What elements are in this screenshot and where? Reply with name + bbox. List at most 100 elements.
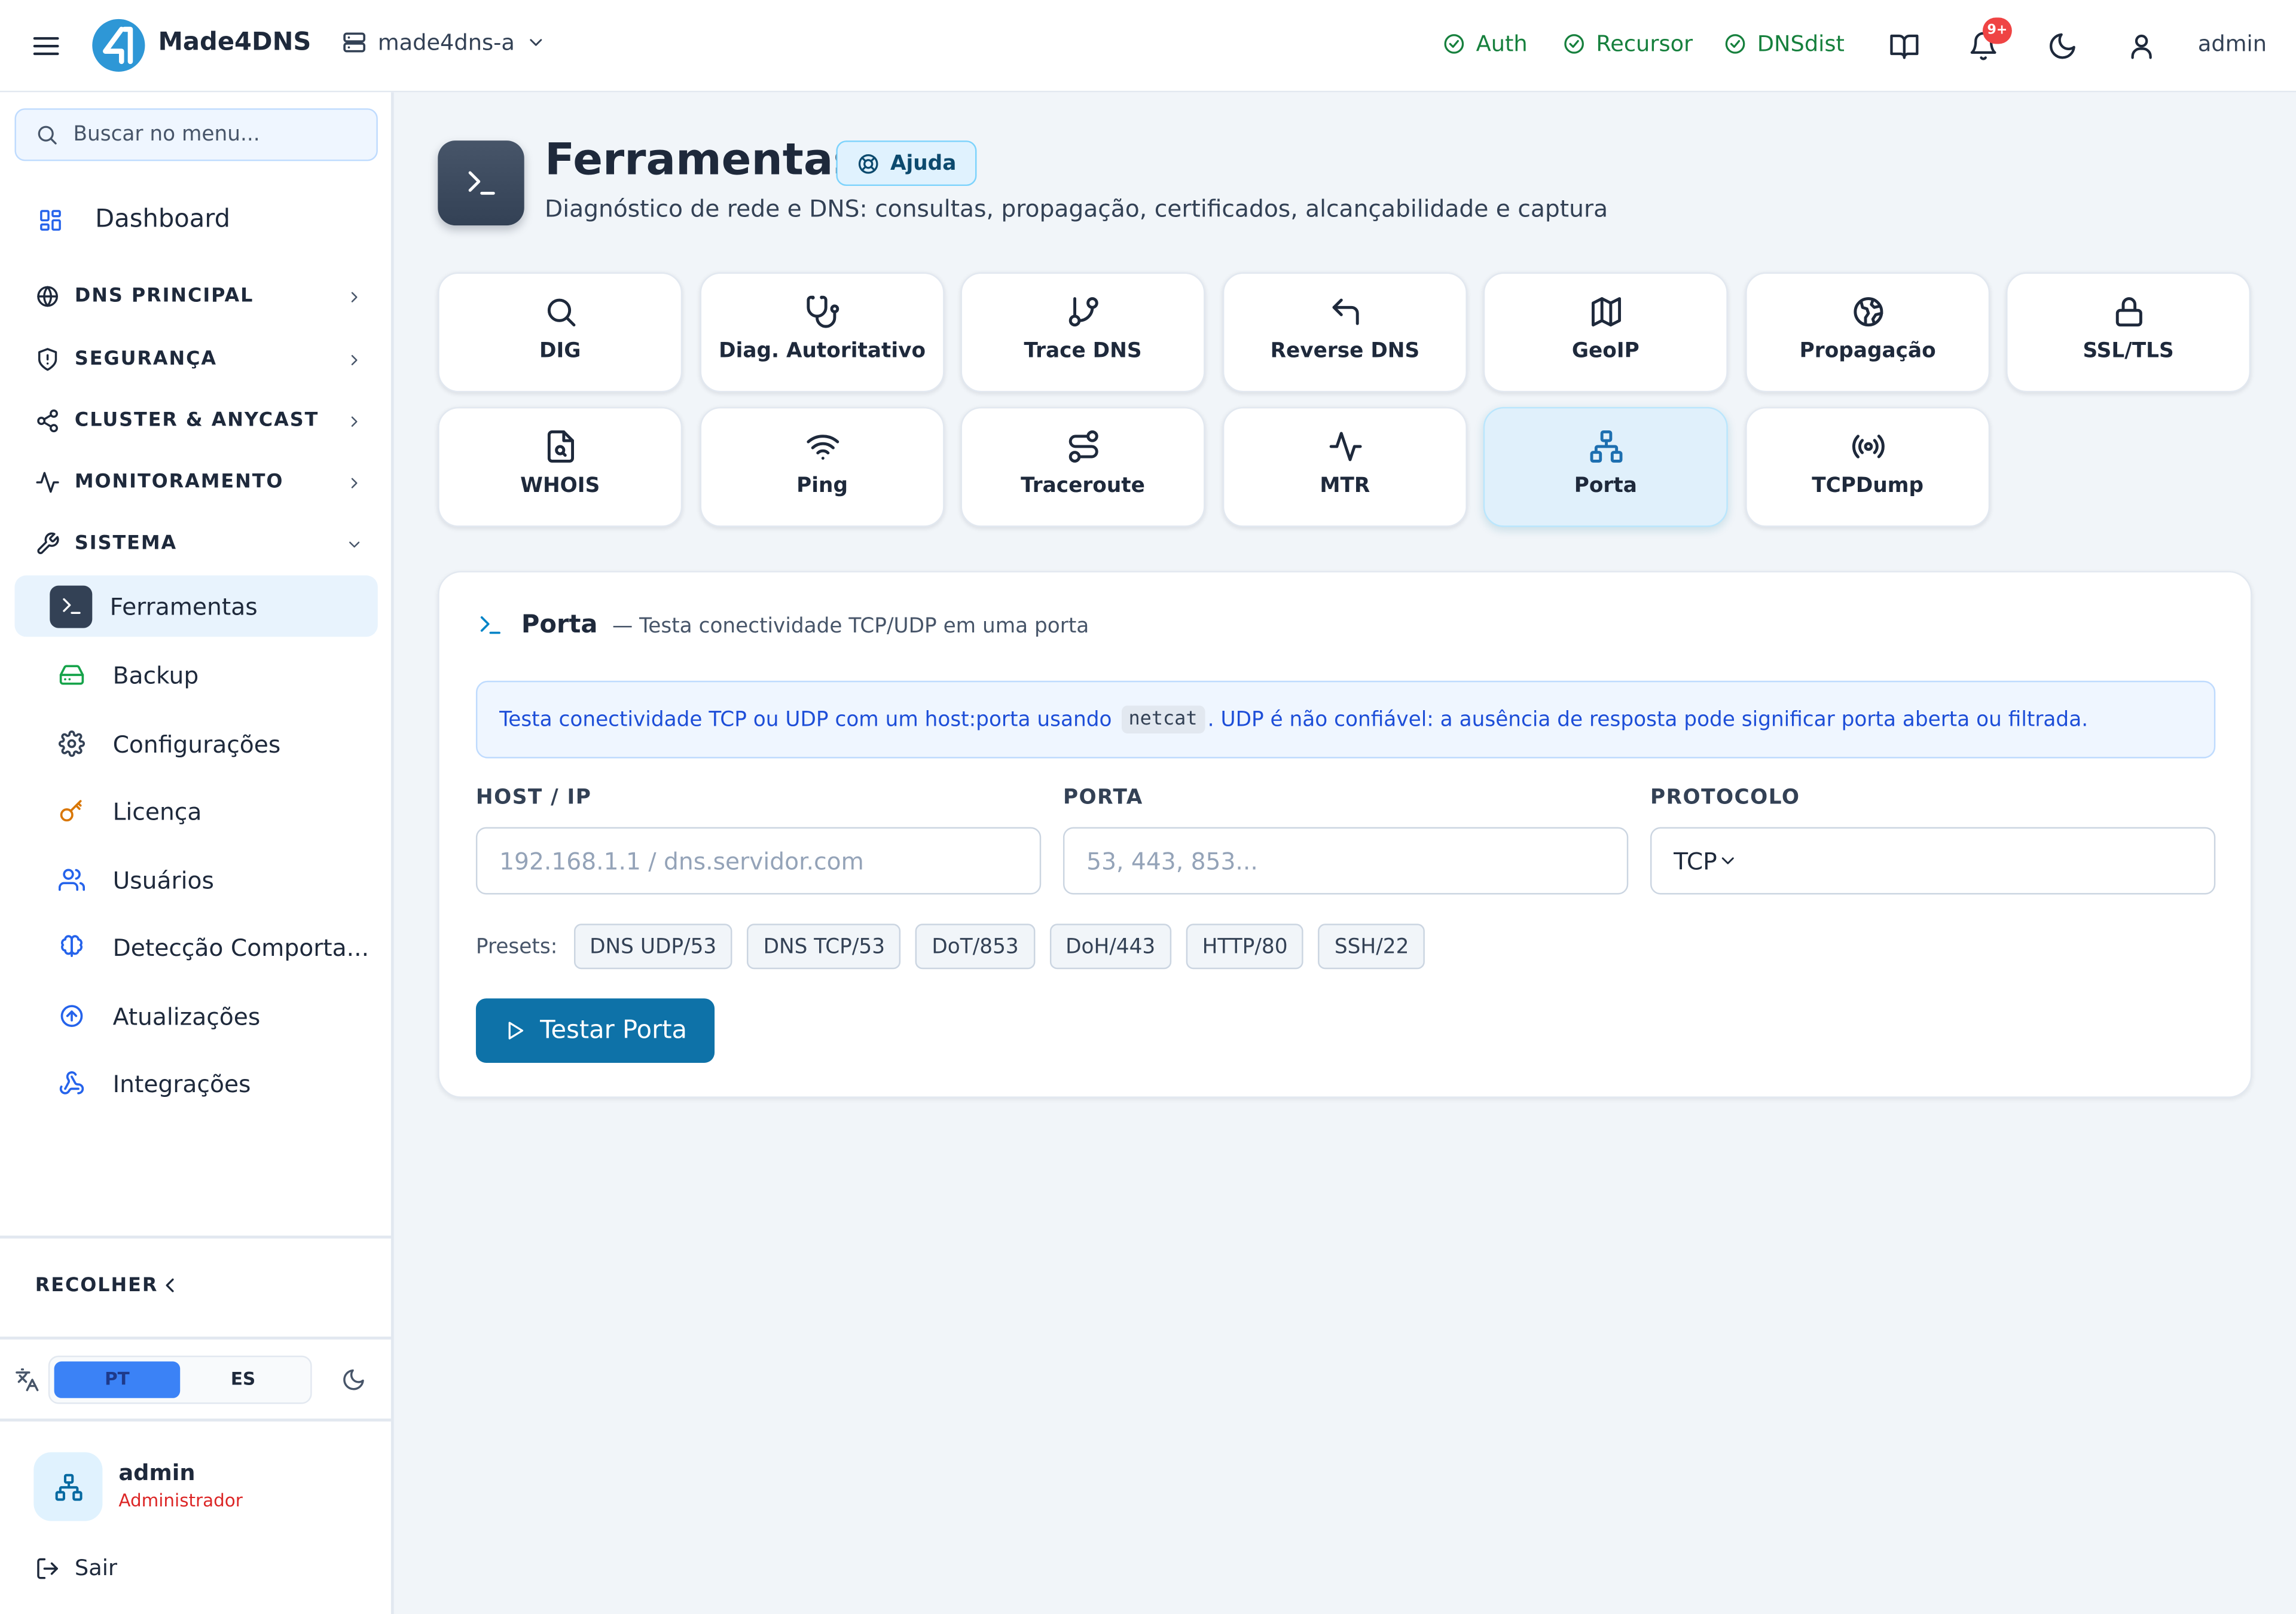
help-button[interactable]: Ajuda (836, 140, 977, 187)
book-icon[interactable] (1889, 30, 1919, 61)
tool-propagacao[interactable]: Propagação (1745, 272, 1990, 393)
tool-label: Propagação (1799, 340, 1936, 363)
globe-icon (35, 284, 60, 309)
brand-name[interactable]: Made4DNS (158, 28, 311, 57)
protocol-label: PROTOCOLO (1650, 786, 1800, 810)
sidebar-item-integracoes[interactable]: Integrações (14, 1053, 377, 1114)
sidebar-item-configuracoes[interactable]: Configurações (14, 713, 377, 775)
tool-trace-dns[interactable]: Trace DNS (960, 272, 1205, 393)
sidebar-item-deteccao-comportamental[interactable]: Detecção Comporta... (14, 916, 377, 978)
terminal-icon (477, 612, 503, 638)
section-label: DNS PRINCIPAL (74, 285, 254, 308)
sidebar-item-label: Integrações (112, 1069, 251, 1098)
test-port-label: Testar Porta (540, 1016, 688, 1046)
tool-geoip[interactable]: GeoIP (1483, 272, 1728, 393)
port-label: PORTA (1062, 786, 1143, 810)
sidebar-item-label: Ferramentas (109, 592, 258, 620)
info-text-before: Testa conectividade TCP ou UDP com um ho… (499, 708, 1119, 732)
protocol-select[interactable]: TCP (1650, 827, 2216, 895)
sidebar-section-monitoramento[interactable]: MONITORAMENTO (35, 470, 364, 495)
sidebar-item-ferramentas[interactable]: Ferramentas (14, 575, 378, 637)
git-branch-icon (1065, 294, 1101, 329)
tool-diag-autoritativo[interactable]: Diag. Autoritativo (700, 272, 945, 393)
sidebar-section-dns-principal[interactable]: DNS PRINCIPAL (35, 284, 364, 309)
search-icon (542, 294, 578, 329)
server-icon (341, 29, 368, 56)
terminal-icon (50, 585, 93, 628)
language-option-es[interactable]: ES (180, 1361, 306, 1397)
tool-label: Trace DNS (1024, 340, 1142, 363)
tool-porta[interactable]: Porta (1483, 406, 1728, 527)
info-alert: Testa conectividade TCP ou UDP com um ho… (475, 680, 2216, 759)
play-icon (503, 1019, 527, 1042)
tool-whois[interactable]: WHOIS (438, 406, 683, 527)
info-text-after: . UDP é não confiável: a ausência de res… (1207, 708, 2089, 732)
service-status-auth[interactable]: Auth (1442, 30, 1528, 57)
moon-icon[interactable] (2047, 30, 2078, 61)
preset-doh-443[interactable]: DoH/443 (1049, 924, 1172, 970)
route-icon (1065, 429, 1101, 464)
language-option-pt[interactable]: PT (54, 1361, 181, 1398)
preset-http-80[interactable]: HTTP/80 (1186, 924, 1304, 970)
host-label: HOST / IP (475, 786, 592, 810)
network-icon (54, 1473, 82, 1500)
preset-dns-udp-53[interactable]: DNS UDP/53 (573, 924, 733, 970)
hard-drive-icon (59, 662, 85, 688)
tool-dig[interactable]: DIG (438, 272, 683, 393)
sidebar-section-sistema[interactable]: SISTEMA (35, 531, 364, 557)
tool-traceroute[interactable]: Traceroute (960, 406, 1205, 527)
moon-icon[interactable] (341, 1367, 367, 1392)
protocol-value: TCP (1674, 846, 1717, 875)
tool-mtr[interactable]: MTR (1222, 406, 1467, 527)
sidebar-item-usuarios[interactable]: Usuários (14, 849, 377, 910)
preset-dot-853[interactable]: DoT/853 (915, 924, 1035, 970)
card-title: Porta (521, 610, 598, 640)
tool-ssl-tls[interactable]: SSL/TLS (2006, 272, 2251, 393)
radio-icon (1850, 429, 1885, 464)
sidebar: Buscar no menu... Dashboard DNS PRINCIPA… (0, 92, 394, 1614)
collapse-label: RECOLHER (35, 1274, 158, 1297)
sidebar-item-dashboard[interactable]: Dashboard (38, 205, 230, 234)
top-bar: Made4DNS made4dns-a Auth Recursor DNSdis… (0, 0, 2296, 93)
avatar (33, 1452, 103, 1521)
sidebar-item-atualizacoes[interactable]: Atualizações (14, 985, 377, 1047)
user-role: Administrador (118, 1490, 243, 1511)
card-header: Porta — Testa conectividade TCP/UDP em u… (477, 610, 1089, 640)
presets-label: Presets: (475, 934, 558, 958)
sidebar-item-backup[interactable]: Backup (14, 644, 377, 706)
users-icon (58, 867, 86, 893)
share-icon (35, 408, 60, 433)
host-input[interactable] (475, 827, 1042, 895)
brand-logo-icon[interactable] (92, 19, 145, 72)
check-circle-icon (1723, 32, 1747, 56)
user-menu[interactable]: admin (2198, 30, 2267, 57)
sidebar-section-seguranca[interactable]: SEGURANÇA (35, 347, 364, 372)
hamburger-menu-icon[interactable] (30, 30, 61, 61)
sidebar-item-licenca[interactable]: Licença (14, 780, 377, 842)
check-circle-icon (1562, 32, 1586, 56)
sidebar-section-cluster-anycast[interactable]: CLUSTER & ANYCAST (35, 408, 364, 433)
preset-dns-tcp-53[interactable]: DNS TCP/53 (747, 924, 901, 970)
chevron-right-icon (346, 412, 363, 429)
chevron-right-icon (346, 473, 363, 491)
port-input[interactable] (1062, 827, 1629, 895)
logout-button[interactable]: Sair (35, 1555, 117, 1581)
sidebar-search[interactable]: Buscar no menu... (14, 108, 378, 161)
preset-ssh-22[interactable]: SSH/22 (1318, 924, 1425, 970)
service-status-dnsdist[interactable]: DNSdist (1723, 30, 1845, 57)
test-port-button[interactable]: Testar Porta (475, 998, 715, 1063)
server-name: made4dns-a (377, 29, 515, 56)
collapse-sidebar-button[interactable]: RECOLHER (35, 1274, 355, 1297)
logout-label: Sair (74, 1554, 118, 1581)
chevron-down-icon (525, 32, 545, 53)
sidebar-item-label: Usuários (112, 866, 214, 894)
service-status-recursor[interactable]: Recursor (1562, 30, 1693, 57)
server-selector[interactable]: made4dns-a (341, 29, 546, 56)
sidebar-item-label: Atualizações (112, 1002, 261, 1030)
tool-reverse-dns[interactable]: Reverse DNS (1222, 272, 1467, 393)
tool-ping[interactable]: Ping (700, 406, 945, 527)
wrench-icon (35, 531, 60, 557)
help-label: Ajuda (890, 151, 957, 175)
user-icon[interactable] (2126, 30, 2157, 61)
tool-tcpdump[interactable]: TCPDump (1745, 406, 1990, 527)
